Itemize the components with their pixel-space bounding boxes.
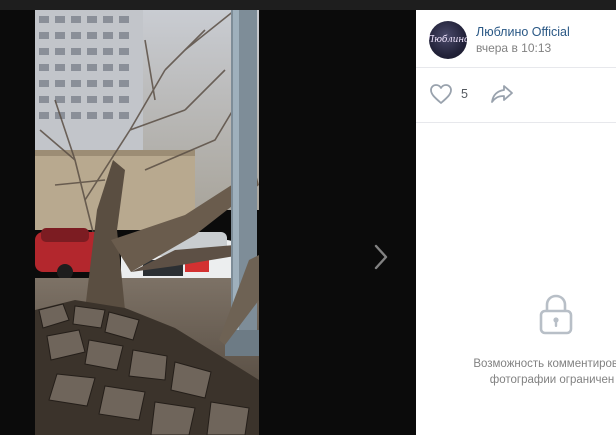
heart-icon	[430, 84, 452, 104]
divider	[416, 122, 616, 123]
divider	[416, 67, 616, 68]
like-count: 5	[461, 87, 468, 101]
post-timestamp[interactable]: вчера в 10:13	[476, 40, 570, 56]
post-author: Люблино Люблино Official вчера в 10:13	[429, 20, 570, 60]
author-name-link[interactable]: Люблино Official	[476, 24, 570, 40]
avatar[interactable]: Люблино	[429, 21, 467, 59]
like-button[interactable]: 5	[429, 83, 468, 105]
post-info-panel: Люблино Люблино Official вчера в 10:13 5	[416, 10, 616, 435]
comments-restricted-notice: Возможность комментирован фотографии огр…	[452, 356, 616, 388]
restricted-line-2: фотографии ограничен	[489, 374, 615, 386]
post-photo	[35, 10, 259, 435]
share-arrow-icon	[491, 85, 513, 103]
restricted-line-1: Возможность комментирован	[473, 358, 616, 370]
next-photo-button[interactable]	[366, 240, 396, 274]
chevron-right-icon	[374, 244, 388, 270]
fallen-tree-photo	[35, 10, 259, 435]
top-bar	[0, 0, 616, 10]
avatar-logo-text: Люблино	[429, 35, 467, 45]
photo-viewer	[0, 10, 416, 435]
post-actions: 5	[429, 82, 514, 106]
share-button[interactable]	[490, 84, 514, 104]
lock-icon	[536, 292, 576, 336]
